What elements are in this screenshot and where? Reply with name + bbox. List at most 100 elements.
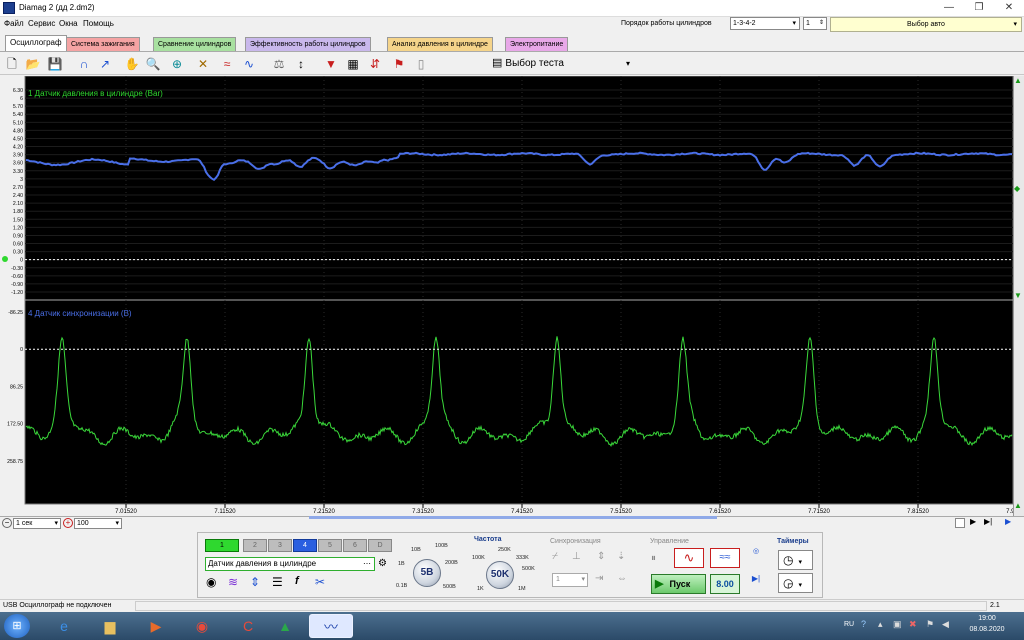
close-button[interactable]: ✕	[994, 0, 1024, 16]
measure-icon[interactable]: ⚖	[270, 55, 288, 73]
zoom-value-select[interactable]: 100 ▾	[74, 518, 122, 529]
media-player-icon[interactable]: ▶	[134, 614, 178, 638]
filter-red-icon[interactable]: ▼	[322, 55, 340, 73]
overlay-icon[interactable]: ✕	[194, 55, 212, 73]
auto-run-icon[interactable]: ▶|	[746, 574, 766, 594]
zoom-icon[interactable]: 🔍	[144, 55, 162, 73]
tray-icon-2[interactable]: ▣	[893, 619, 902, 630]
zoom-out-icon[interactable]: −	[2, 518, 12, 528]
sync-edge-icon[interactable]: ⇣	[617, 551, 625, 562]
start-orb[interactable]: ⊞	[4, 614, 30, 638]
signal-filter-icon[interactable]: ⊕	[168, 55, 186, 73]
menu-file[interactable]: Файл	[4, 19, 24, 28]
open-folder-icon[interactable]: 📂	[24, 55, 42, 73]
flag-icon[interactable]: ⚑	[390, 55, 408, 73]
volume-tray-icon[interactable]: ◀	[942, 619, 949, 630]
menu-windows[interactable]: Окна	[59, 19, 78, 28]
hand-pan-icon[interactable]: ✋	[123, 55, 141, 73]
time-scale-select[interactable]: 1 сек ▾	[13, 518, 61, 529]
headphones-icon[interactable]: ∩	[75, 55, 93, 73]
test-select[interactable]: ▤ Выбор теста ▾	[490, 55, 632, 73]
sensor-settings-icon[interactable]: ⚙	[378, 558, 387, 569]
explorer-icon[interactable]: ▆	[88, 614, 132, 638]
frequency-knob[interactable]: 50K	[486, 561, 514, 589]
flag-tray-icon[interactable]: ⚑	[926, 619, 934, 630]
eye-icon[interactable]: ◉	[206, 575, 216, 589]
help-tray-icon[interactable]: ?	[861, 619, 866, 629]
clock-time[interactable]: 19:00	[965, 615, 1009, 622]
network-tray-icon[interactable]: ✖	[909, 619, 917, 630]
cylinder-number-spinner[interactable]: 1 ⇕	[803, 17, 827, 30]
sync-arrow-icon[interactable]: ▲	[1014, 501, 1022, 510]
chrome-icon[interactable]: ◉	[180, 614, 224, 638]
cylinder-order-select[interactable]: 1-3-4-2 ▾	[730, 17, 800, 30]
tab-1[interactable]: Система зажигания	[66, 37, 140, 51]
diamag-taskbar-icon[interactable]: 〰	[309, 614, 353, 638]
wave-icon[interactable]: ≋	[228, 575, 238, 589]
pause-icon[interactable]: ⏸	[651, 550, 667, 568]
sync-step-icon[interactable]: ⊥	[572, 551, 581, 562]
tab-0[interactable]: Осциллограф	[5, 35, 67, 51]
sync-expand-icon[interactable]: ⇔	[617, 573, 627, 584]
level-icon[interactable]: ⇵	[366, 55, 384, 73]
wave-compare-icon[interactable]: ≈	[218, 55, 236, 73]
wave-sync-icon[interactable]: ∿	[240, 55, 258, 73]
wave-single-icon[interactable]: ∿	[674, 548, 704, 568]
sensor-select[interactable]: Датчик давления в цилиндре ⋯	[205, 557, 375, 571]
language-indicator[interactable]: RU	[844, 621, 854, 628]
tools-icon[interactable]: ✂	[315, 575, 325, 589]
voltage-knob[interactable]: 5В	[413, 559, 441, 587]
tab-5[interactable]: Электропитание	[505, 37, 569, 51]
tray-icon-1[interactable]: ▴	[878, 619, 883, 630]
step-forward-icon[interactable]: ▶	[970, 517, 976, 526]
tab-3[interactable]: Эффективность работы цилиндров	[245, 37, 371, 51]
channel-button-3[interactable]: 3	[268, 539, 292, 552]
top-arrow-icon[interactable]: ▲	[1014, 76, 1022, 85]
sync-channel-select[interactable]: 1 ▾	[552, 573, 588, 587]
menu-help[interactable]: Помощь	[83, 19, 114, 28]
function-icon[interactable]: f	[295, 575, 299, 587]
table-icon[interactable]: ▦	[344, 55, 362, 73]
skip-end-icon[interactable]: ▶|	[984, 517, 992, 526]
updown-icon[interactable]: ⇕	[250, 575, 260, 589]
menu-service[interactable]: Сервис	[28, 19, 55, 28]
start-button[interactable]: ▶ Пуск	[651, 574, 706, 594]
page-icon[interactable]: ▯	[412, 55, 430, 73]
ie-icon[interactable]: e	[42, 614, 86, 638]
channel-button-D[interactable]: D	[368, 539, 392, 552]
bottom-arrow-icon[interactable]: ▼	[1014, 291, 1022, 300]
maximize-button[interactable]: ❐	[964, 0, 994, 16]
marker-zero-icon[interactable]: ↕	[292, 55, 310, 73]
channel-button-2[interactable]: 2	[243, 539, 267, 552]
timer2-button[interactable]: ◶ ▾	[778, 573, 813, 593]
scroll-thumb[interactable]	[309, 516, 717, 519]
channel-button-1[interactable]: 1	[205, 539, 239, 552]
channel-button-4[interactable]: 4	[293, 539, 317, 552]
sync-rising-icon[interactable]: ⌿	[552, 551, 558, 562]
zoom-in-icon[interactable]: +	[63, 518, 73, 528]
channel1-zero-marker[interactable]	[2, 256, 8, 262]
sync-level-icon[interactable]: ⇕	[597, 551, 605, 562]
level-marker-icon[interactable]: ◆	[1014, 184, 1020, 193]
scroll-end-handle[interactable]	[955, 518, 965, 528]
oscilloscope-view[interactable]: 1 Датчик давления в цилиндре (Bar) 4 Дат…	[0, 76, 1024, 516]
timer-stopwatch-icon: ◶	[783, 576, 794, 590]
tab-2[interactable]: Сравнение цилиндров	[153, 37, 237, 51]
app-icon-triangle[interactable]: ▲	[263, 614, 307, 638]
lines-icon[interactable]: ☰	[272, 575, 283, 589]
timer1-button[interactable]: ◷ ▾	[778, 550, 813, 570]
cursor-tool-icon[interactable]: ↗	[96, 55, 114, 73]
tab-4[interactable]: Анализ давления в цилиндре	[387, 37, 493, 51]
new-file-icon[interactable]: 🗋	[3, 55, 21, 73]
wave-multi-icon[interactable]: ≈≈	[710, 548, 740, 568]
channel-button-6[interactable]: 6	[343, 539, 367, 552]
clock-date[interactable]: 08.08.2020	[965, 626, 1009, 633]
channel-button-5[interactable]: 5	[318, 539, 342, 552]
minimize-button[interactable]: —	[934, 0, 964, 16]
play-icon[interactable]: ▶	[1005, 517, 1011, 526]
sync-offset-icon[interactable]: ⇥	[595, 573, 603, 584]
vehicle-select[interactable]: Выбор авто ▾	[830, 17, 1022, 32]
auto-sync-icon[interactable]: ◎	[746, 548, 766, 568]
rate-value[interactable]: 8.00	[710, 574, 740, 594]
save-icon[interactable]: 💾	[46, 55, 64, 73]
